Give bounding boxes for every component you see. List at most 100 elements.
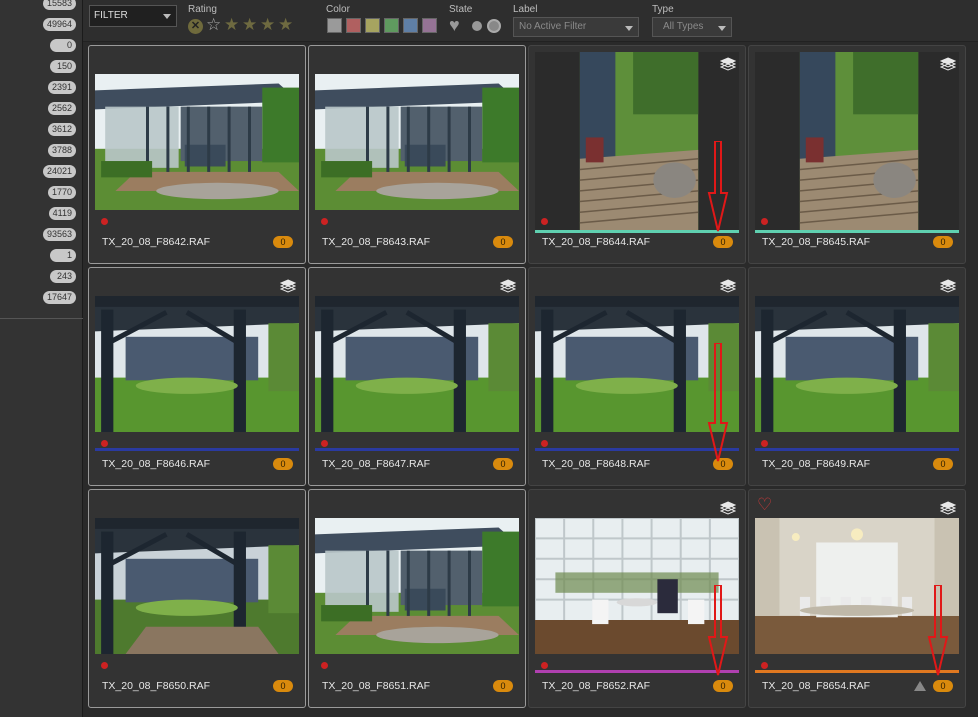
thumbnail-image[interactable] bbox=[315, 74, 519, 210]
annotation-arrow-icon bbox=[707, 585, 729, 676]
thumbnail-cell[interactable]: TX_20_08_F8644.RAF 0 bbox=[528, 45, 746, 264]
folder-sidebar: 15583 49964 0 150 2391 2562 3612 3788 24021 1770 4… bbox=[0, 0, 83, 717]
star-icon[interactable]: ★ bbox=[224, 15, 239, 35]
folder-count-badge: 3788 bbox=[47, 144, 76, 157]
reject-dot-icon[interactable] bbox=[541, 662, 548, 669]
folder-count-badge: 4119 bbox=[48, 207, 76, 220]
color-filter-swatch[interactable] bbox=[346, 18, 361, 33]
photo-thumbnail bbox=[95, 518, 299, 654]
thumbnail-cell[interactable]: TX_20_08_F8648.RAF 0 bbox=[528, 267, 746, 486]
reject-dot-icon[interactable] bbox=[761, 440, 768, 447]
reject-dot-icon[interactable] bbox=[101, 440, 108, 447]
thumbnail-cell[interactable]: TX_20_08_F8645.RAF 0 bbox=[748, 45, 966, 264]
thumbnail-image[interactable] bbox=[95, 74, 299, 210]
thumbnail-image[interactable] bbox=[95, 518, 299, 654]
reject-dot-icon[interactable] bbox=[101, 662, 108, 669]
sidebar-divider bbox=[0, 318, 83, 319]
thumbnail-cell[interactable]: TX_20_08_F8646.RAF 0 bbox=[88, 267, 306, 486]
thumbnail-image[interactable] bbox=[755, 52, 959, 230]
folder-count-badge: 24021 bbox=[42, 165, 76, 178]
thumbnail-filename: TX_20_08_F8645.RAF bbox=[762, 236, 870, 248]
filter-dropdown-label: FILTER bbox=[94, 10, 128, 21]
thumbnail-grid: TX_20_08_F8642.RAF 0 TX_20_08_F8643.RAF 0 TX… bbox=[83, 42, 978, 717]
reject-dot-icon[interactable] bbox=[541, 218, 548, 225]
folder-count-badge: 49964 bbox=[42, 18, 76, 31]
reject-dot-icon[interactable] bbox=[101, 218, 108, 225]
stack-icon[interactable] bbox=[940, 56, 956, 72]
star-icon[interactable]: ★ bbox=[278, 15, 293, 35]
color-filter-swatch[interactable] bbox=[327, 18, 342, 33]
star-icon[interactable]: ★ bbox=[242, 15, 257, 35]
stack-icon[interactable] bbox=[720, 278, 736, 294]
color-filter-swatch[interactable] bbox=[422, 18, 437, 33]
label-filter-dropdown[interactable]: No Active Filter bbox=[513, 17, 639, 37]
thumbnail-cell[interactable]: TX_20_08_F8649.RAF 0 bbox=[748, 267, 966, 486]
label-filter-value: No Active Filter bbox=[519, 21, 587, 32]
version-count-badge: 0 bbox=[933, 680, 953, 692]
heart-icon[interactable]: ♡ bbox=[757, 496, 772, 514]
heart-icon[interactable]: ♥ bbox=[449, 14, 460, 36]
folder-count-badge: 17647 bbox=[42, 291, 76, 304]
color-filter-swatch[interactable] bbox=[384, 18, 399, 33]
reject-dot-icon[interactable] bbox=[321, 662, 328, 669]
color-filter-swatch[interactable] bbox=[365, 18, 380, 33]
folder-count-badge: 243 bbox=[50, 270, 76, 283]
label-filter-label: Label bbox=[513, 4, 538, 15]
version-count-badge: 0 bbox=[273, 680, 293, 692]
stack-icon[interactable] bbox=[720, 500, 736, 516]
photo-thumbnail bbox=[315, 74, 519, 210]
stack-icon[interactable] bbox=[500, 278, 516, 294]
thumbnail-cell[interactable]: ♡ TX_20_08_F8654.RAF 0 bbox=[748, 489, 966, 708]
type-filter-dropdown[interactable]: All Types bbox=[652, 17, 732, 37]
thumbnail-image[interactable] bbox=[755, 296, 959, 432]
thumbnail-image[interactable] bbox=[315, 518, 519, 654]
thumbnail-filename: TX_20_08_F8649.RAF bbox=[762, 458, 870, 470]
thumbnail-cell[interactable]: TX_20_08_F8651.RAF 0 bbox=[308, 489, 526, 708]
rating-clear-icon[interactable]: ✕ bbox=[188, 19, 203, 34]
stack-icon[interactable] bbox=[280, 278, 296, 294]
globe-icon[interactable] bbox=[487, 19, 501, 33]
reject-dot-icon[interactable] bbox=[541, 440, 548, 447]
stack-icon[interactable] bbox=[720, 56, 736, 72]
thumbnail-filename: TX_20_08_F8648.RAF bbox=[542, 458, 650, 470]
stack-icon[interactable] bbox=[940, 500, 956, 516]
thumbnail-image[interactable] bbox=[315, 296, 519, 432]
reject-dot-icon[interactable] bbox=[761, 218, 768, 225]
thumbnail-image[interactable] bbox=[95, 296, 299, 432]
thumbnail-filename: TX_20_08_F8642.RAF bbox=[102, 236, 210, 248]
version-count-badge: 0 bbox=[713, 680, 733, 692]
type-filter-value: All Types bbox=[663, 21, 704, 32]
folder-count-badge: 3612 bbox=[47, 123, 76, 136]
color-label: Color bbox=[326, 4, 350, 15]
photo-browser-window: 15583 49964 0 150 2391 2562 3612 3788 24021 1770 4… bbox=[0, 0, 978, 717]
version-count-badge: 0 bbox=[273, 458, 293, 470]
color-label-bar bbox=[755, 448, 959, 451]
warning-triangle-icon bbox=[914, 681, 926, 691]
reject-dot-icon[interactable] bbox=[321, 440, 328, 447]
color-filter-swatch[interactable] bbox=[403, 18, 418, 33]
folder-count-badge: 15583 bbox=[42, 0, 76, 10]
thumbnail-cell[interactable]: TX_20_08_F8642.RAF 0 bbox=[88, 45, 306, 264]
thumbnail-cell[interactable]: TX_20_08_F8652.RAF 0 bbox=[528, 489, 746, 708]
folder-count-badge: 1770 bbox=[47, 186, 76, 199]
annotation-arrow-icon bbox=[927, 585, 949, 676]
reject-dot-icon[interactable] bbox=[321, 218, 328, 225]
type-filter-label: Type bbox=[652, 4, 674, 15]
color-label-bar bbox=[315, 448, 519, 451]
folder-count-badge: 2391 bbox=[47, 81, 76, 94]
thumbnail-cell[interactable]: TX_20_08_F8650.RAF 0 bbox=[88, 489, 306, 708]
version-count-badge: 0 bbox=[493, 236, 513, 248]
version-count-badge: 0 bbox=[713, 236, 733, 248]
reject-dot-icon[interactable] bbox=[761, 662, 768, 669]
thumbnail-cell[interactable]: TX_20_08_F8643.RAF 0 bbox=[308, 45, 526, 264]
version-count-badge: 0 bbox=[493, 458, 513, 470]
thumbnail-cell[interactable]: TX_20_08_F8647.RAF 0 bbox=[308, 267, 526, 486]
filter-dropdown[interactable]: FILTER bbox=[89, 5, 177, 27]
folder-count-badge: 0 bbox=[50, 39, 76, 52]
thumbnail-filename: TX_20_08_F8647.RAF bbox=[322, 458, 430, 470]
stack-icon[interactable] bbox=[940, 278, 956, 294]
circle-icon[interactable] bbox=[472, 21, 482, 31]
star-icon[interactable]: ☆ bbox=[206, 15, 221, 35]
chevron-down-icon bbox=[718, 26, 726, 31]
star-icon[interactable]: ★ bbox=[260, 15, 275, 35]
